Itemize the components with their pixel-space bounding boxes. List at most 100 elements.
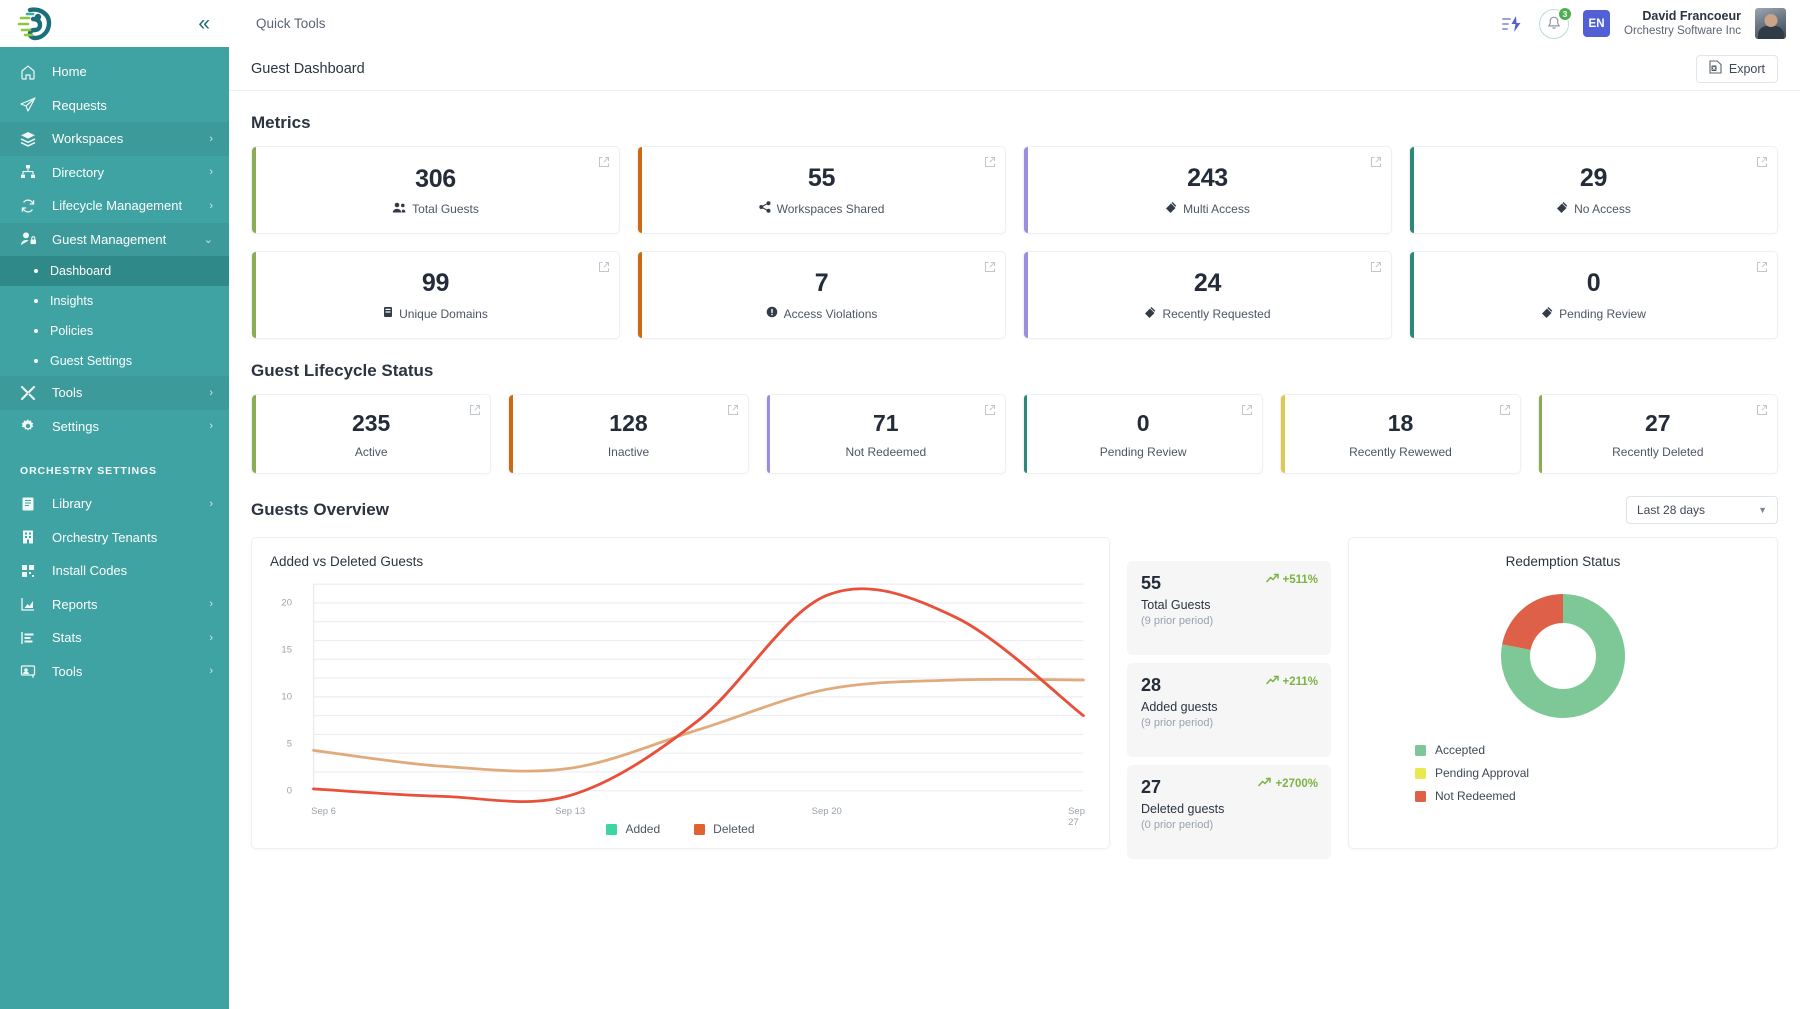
open-external-icon[interactable] bbox=[1370, 260, 1382, 272]
sidebar-item-requests[interactable]: Requests bbox=[0, 89, 229, 123]
open-external-icon[interactable] bbox=[984, 155, 996, 167]
sidebar-item-install-codes[interactable]: Install Codes bbox=[0, 554, 229, 588]
donut-slice[interactable] bbox=[1502, 594, 1563, 650]
notifications-button[interactable]: 3 bbox=[1539, 6, 1573, 39]
export-button[interactable]: Export bbox=[1695, 54, 1778, 83]
legend-item-deleted[interactable]: Deleted bbox=[694, 822, 755, 836]
sidebar-item-reports[interactable]: Reports › bbox=[0, 588, 229, 622]
metric-label: Workspaces Shared bbox=[776, 201, 885, 216]
notification-badge: 3 bbox=[1558, 6, 1573, 21]
open-external-icon[interactable] bbox=[598, 260, 610, 272]
stat-sublabel: (0 prior period) bbox=[1141, 819, 1214, 831]
topbar-actions: 3 EN David Francoeur Orchestry Software … bbox=[1499, 6, 1800, 39]
sidebar-item-label: Guest Management bbox=[52, 231, 167, 247]
lifecycle-card-recently-renewed[interactable]: 18 Recently Rewewed bbox=[1280, 394, 1521, 474]
chart-body: 0 5 10 15 20 Sep 6 Sep 13 Sep 20 Sep 27 bbox=[270, 575, 1091, 828]
open-external-icon[interactable] bbox=[1756, 155, 1768, 167]
sidebar-section-label: ORCHESTRY SETTINGS bbox=[20, 465, 157, 477]
lifecycle-card-not-redeemed[interactable]: 71 Not Redeemed bbox=[765, 394, 1006, 474]
legend-swatch bbox=[606, 823, 618, 835]
lifecycle-card-active[interactable]: 235 Active bbox=[251, 394, 492, 474]
metric-card-total-guests[interactable]: 306 Total Guests bbox=[251, 146, 620, 234]
metric-label-row: Unique Domains bbox=[383, 306, 488, 321]
sidebar-item-workspaces[interactable]: Workspaces › bbox=[0, 122, 229, 156]
open-external-icon[interactable] bbox=[469, 403, 481, 415]
open-external-icon[interactable] bbox=[727, 403, 739, 415]
lifecycle-value: 235 bbox=[351, 409, 391, 436]
chart-title: Added vs Deleted Guests bbox=[270, 554, 424, 569]
accent-bar bbox=[252, 395, 256, 473]
chevron-right-icon: › bbox=[209, 631, 213, 644]
sidebar-item-tools-secondary[interactable]: Tools › bbox=[0, 655, 229, 689]
open-external-icon[interactable] bbox=[984, 260, 996, 272]
donut-legend: Accepted Pending Approval Not Redeemed bbox=[1415, 743, 1529, 803]
sidebar-item-guest-settings[interactable]: Guest Settings bbox=[0, 346, 229, 376]
lifecycle-section-title: Guest Lifecycle Status bbox=[251, 361, 434, 380]
legend-swatch bbox=[694, 823, 706, 835]
sidebar-item-orchestry-tenants[interactable]: Orchestry Tenants bbox=[0, 521, 229, 555]
legend-swatch bbox=[1415, 744, 1426, 756]
sidebar-item-directory[interactable]: Directory › bbox=[0, 156, 229, 190]
metric-card-access-violations[interactable]: 7 Access Violations bbox=[637, 251, 1006, 339]
home-icon bbox=[20, 64, 40, 80]
sidebar-item-settings[interactable]: Settings › bbox=[0, 410, 229, 444]
chevron-right-icon: › bbox=[209, 420, 213, 433]
main-content: Guest Dashboard Export Metrics 306 Total… bbox=[229, 47, 1800, 1009]
lifecycle-card-pending-review[interactable]: 0 Pending Review bbox=[1022, 394, 1264, 474]
metric-card-workspaces-shared[interactable]: 55 Workspaces Shared bbox=[637, 146, 1006, 234]
user-menu[interactable]: David Francoeur Orchestry Software Inc bbox=[1624, 9, 1741, 39]
sidebar-item-tools[interactable]: Tools › bbox=[0, 376, 229, 410]
sidebar-item-dashboard[interactable]: Dashboard bbox=[0, 256, 229, 286]
sidebar-item-label: Install Codes bbox=[52, 563, 128, 579]
legend-item-accepted[interactable]: Accepted bbox=[1415, 743, 1529, 757]
open-external-icon[interactable] bbox=[1499, 403, 1511, 415]
open-external-icon[interactable] bbox=[1756, 260, 1768, 272]
metric-card-no-access[interactable]: 29 No Access bbox=[1409, 146, 1778, 234]
open-external-icon[interactable] bbox=[1241, 403, 1253, 415]
legend-item-not-redeemed[interactable]: Not Redeemed bbox=[1415, 789, 1529, 803]
metric-card-multi-access[interactable]: 243 Multi Access bbox=[1023, 146, 1392, 234]
metric-card-unique-domains[interactable]: 99 Unique Domains bbox=[251, 251, 620, 339]
sidebar-item-library[interactable]: Library › bbox=[0, 487, 229, 521]
sidebar-item-insights[interactable]: Insights bbox=[0, 286, 229, 316]
chevron-right-icon: › bbox=[209, 665, 213, 678]
stat-card-total-guests[interactable]: +511% 55 Total Guests (9 prior period) bbox=[1127, 561, 1331, 655]
sidebar-item-policies[interactable]: Policies bbox=[0, 316, 229, 346]
date-range-select[interactable]: Last 28 days ▼ bbox=[1626, 496, 1778, 524]
language-button[interactable]: EN bbox=[1583, 10, 1611, 37]
quick-tools-link[interactable]: Quick Tools bbox=[256, 16, 326, 31]
server-icon bbox=[383, 306, 393, 321]
sidebar-item-lifecycle-management[interactable]: Lifecycle Management › bbox=[0, 189, 229, 223]
stat-card-added-guests[interactable]: +211% 28 Added guests (9 prior period) bbox=[1127, 663, 1331, 757]
y-tick-label: 20 bbox=[281, 597, 292, 609]
metric-label: Pending Review bbox=[1559, 306, 1646, 321]
sidebar-item-stats[interactable]: Stats › bbox=[0, 621, 229, 655]
lifecycle-value: 128 bbox=[609, 409, 648, 436]
lifecycle-card-inactive[interactable]: 128 Inactive bbox=[508, 394, 749, 474]
metric-card-recently-requested[interactable]: 24 Recently Requested bbox=[1023, 251, 1392, 339]
stat-card-deleted-guests[interactable]: +2700% 27 Deleted guests (0 prior period… bbox=[1127, 765, 1331, 859]
metric-card-pending-review[interactable]: 0 Pending Review bbox=[1409, 251, 1778, 339]
legend-item-pending-approval[interactable]: Pending Approval bbox=[1415, 766, 1529, 780]
sidebar-item-label: Policies bbox=[50, 324, 94, 338]
user-name: David Francoeur bbox=[1642, 8, 1741, 23]
sidebar-item-home[interactable]: Home bbox=[0, 55, 229, 89]
open-external-icon[interactable] bbox=[1756, 403, 1768, 415]
y-tick-label: 5 bbox=[286, 738, 292, 750]
stat-delta-value: +511% bbox=[1282, 573, 1319, 586]
open-external-icon[interactable] bbox=[1370, 155, 1382, 167]
sidebar: Home Requests Workspaces › Directory › L… bbox=[0, 47, 229, 1009]
legend-item-added[interactable]: Added bbox=[606, 822, 660, 836]
chevron-down-icon: ⌄ bbox=[203, 233, 213, 246]
collapse-sidebar-icon[interactable]: « bbox=[198, 13, 213, 34]
lifecycle-card-recently-deleted[interactable]: 27 Recently Deleted bbox=[1537, 394, 1778, 474]
y-tick-label: 0 bbox=[286, 785, 292, 797]
quick-actions-icon[interactable] bbox=[1499, 11, 1525, 37]
avatar[interactable] bbox=[1755, 8, 1786, 39]
gear-icon bbox=[20, 418, 40, 434]
open-external-icon[interactable] bbox=[598, 155, 610, 167]
y-tick-label: 10 bbox=[281, 691, 292, 703]
open-external-icon[interactable] bbox=[984, 403, 996, 415]
sidebar-item-guest-management[interactable]: Guest Management ⌄ bbox=[0, 222, 229, 256]
metric-value: 24 bbox=[1193, 269, 1222, 297]
